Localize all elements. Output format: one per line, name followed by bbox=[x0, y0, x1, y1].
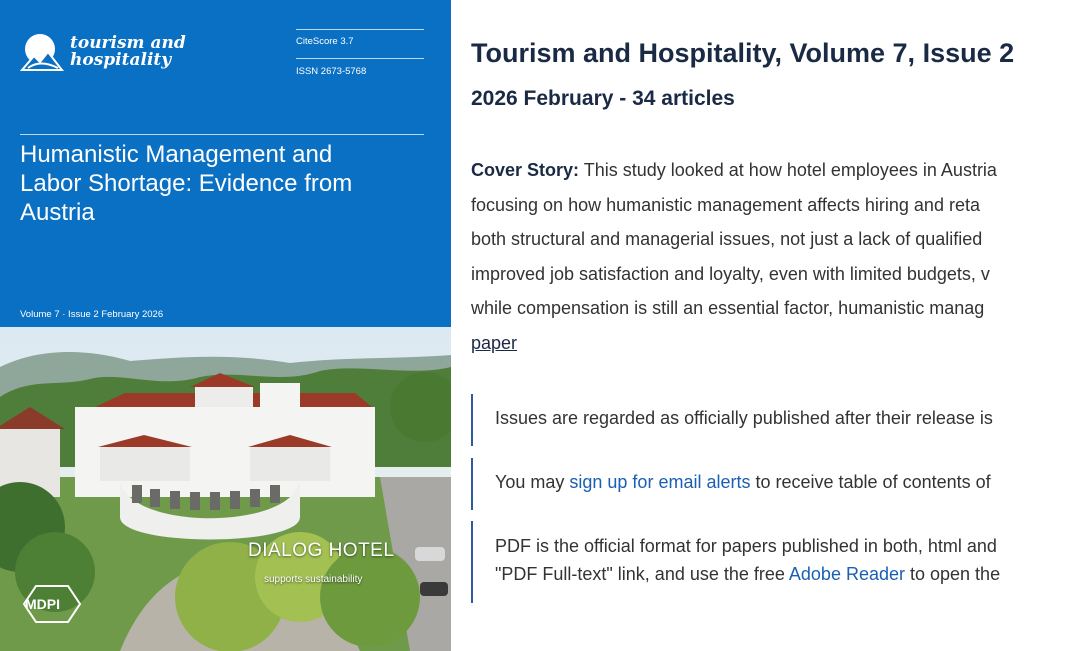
notice-pdf-prefix: "PDF Full-text" link, and use the free bbox=[495, 564, 789, 584]
notice-publication-text: Issues are regarded as officially publis… bbox=[495, 408, 993, 428]
issue-subtitle: 2026 February - 34 articles bbox=[471, 87, 735, 110]
cover-title-line3: Austria bbox=[20, 199, 95, 226]
issn-label: ISSN 2673-5768 bbox=[296, 66, 367, 77]
citescore-label: CiteScore 3.7 bbox=[296, 36, 354, 47]
cover-story-line5: while compensation is still an essential… bbox=[471, 298, 985, 319]
notice-pdf-line1: PDF is the official format for papers pu… bbox=[495, 536, 997, 556]
notice-email-prefix: You may bbox=[495, 472, 570, 492]
issue-content: Tourism and Hospitality, Volume 7, Issue… bbox=[471, 0, 1076, 651]
journal-logo: tourism and hospitality bbox=[20, 32, 200, 72]
cover-story-line3: both structural and managerial issues, n… bbox=[471, 229, 983, 250]
notice-publication: Issues are regarded as officially publis… bbox=[471, 394, 993, 446]
hotel-tagline-overlay: supports sustainability bbox=[264, 574, 363, 585]
cover-title-line1: Humanistic Management and bbox=[20, 141, 333, 168]
cover-story-line1: This study looked at how hotel employees… bbox=[583, 160, 997, 180]
journal-cover: tourism and hospitality CiteScore 3.7 IS… bbox=[0, 0, 451, 651]
meta-divider-top bbox=[296, 29, 424, 30]
cover-title-line2: Labor Shortage: Evidence from bbox=[20, 170, 353, 197]
adobe-reader-link[interactable]: Adobe Reader bbox=[789, 564, 905, 584]
cover-volume-line: Volume 7 · Issue 2 February 2026 bbox=[20, 309, 164, 320]
email-alerts-link[interactable]: sign up for email alerts bbox=[569, 472, 750, 492]
mdpi-logo-text: MDPI bbox=[25, 596, 60, 612]
notice-pdf-suffix: to open the bbox=[905, 564, 1001, 584]
notice-email-alerts: You may sign up for email alerts to rece… bbox=[471, 458, 991, 510]
journal-name-line2: hospitality bbox=[70, 50, 172, 70]
cover-article-title: Humanistic Management and Labor Shortage… bbox=[20, 140, 430, 227]
hotel-name-overlay: DIALOG HOTEL bbox=[248, 540, 395, 561]
page-title: Tourism and Hospitality, Volume 7, Issue… bbox=[471, 38, 1015, 68]
notice-pdf-format: PDF is the official format for papers pu… bbox=[471, 521, 1000, 603]
journal-name: tourism and hospitality bbox=[70, 35, 200, 69]
notice-email-suffix: to receive table of contents of bbox=[750, 472, 991, 492]
cover-story-line4: improved job satisfaction and loyalty, e… bbox=[471, 263, 990, 284]
cover-story-line2: focusing on how humanistic management af… bbox=[471, 194, 980, 215]
meta-divider-middle bbox=[296, 58, 424, 59]
cover-story-label: Cover Story: bbox=[471, 160, 580, 180]
cover-divider bbox=[20, 134, 424, 135]
view-paper-link[interactable]: paper bbox=[471, 333, 517, 353]
journal-globe-icon bbox=[20, 34, 64, 71]
cover-story-paragraph: Cover Story: This study looked at how ho… bbox=[471, 156, 1076, 364]
